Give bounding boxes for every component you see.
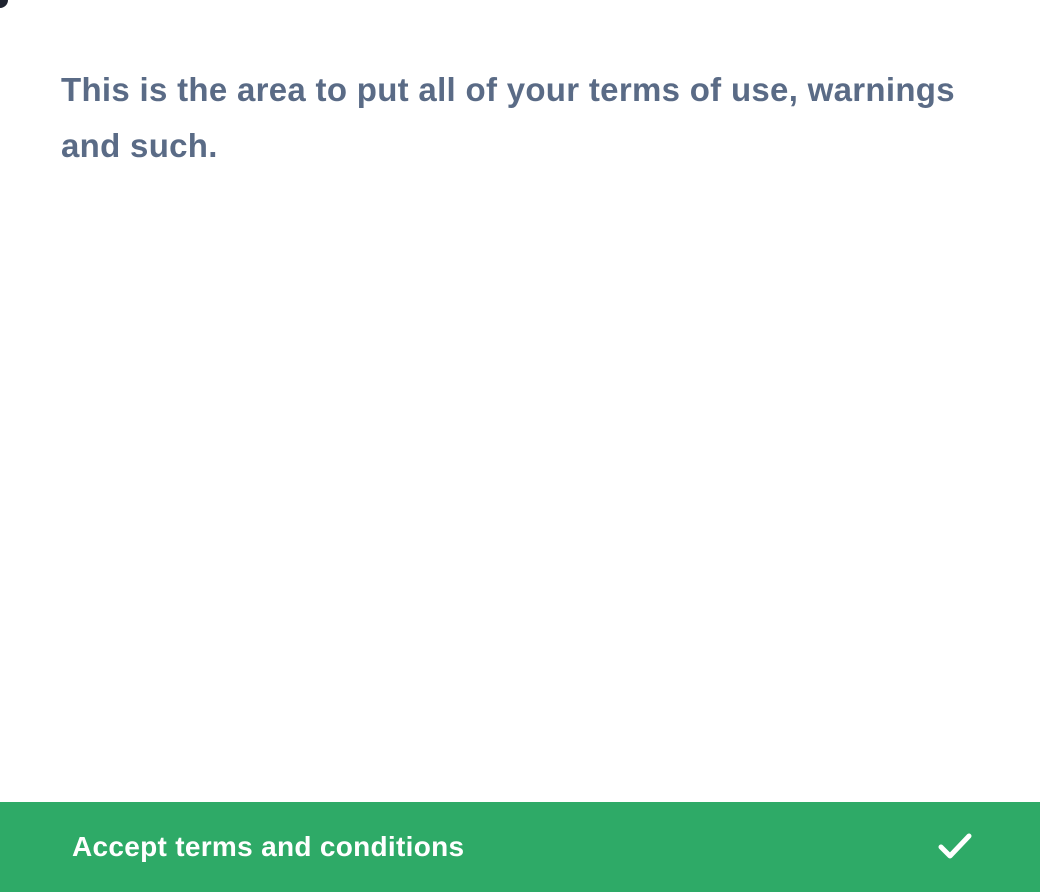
accept-terms-button[interactable]: Accept terms and conditions	[0, 802, 1040, 892]
terms-content: This is the area to put all of your term…	[61, 62, 991, 174]
accept-terms-label: Accept terms and conditions	[72, 831, 465, 862]
window-corner	[0, 0, 8, 8]
checkmark-icon	[938, 833, 972, 859]
terms-text: This is the area to put all of your term…	[61, 71, 955, 164]
